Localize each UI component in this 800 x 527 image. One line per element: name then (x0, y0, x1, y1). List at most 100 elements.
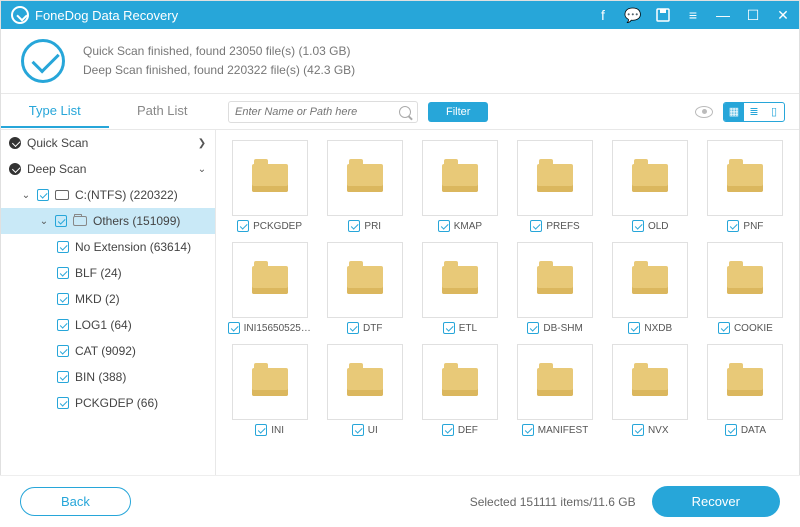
list-view-button[interactable]: ≣ (744, 103, 764, 121)
grid-view-button[interactable]: ▦ (724, 103, 744, 121)
folder-cell[interactable]: PREFS (511, 140, 598, 232)
sidebar-item[interactable]: LOG1 (64) (1, 312, 215, 338)
checkbox[interactable] (628, 322, 640, 334)
close-icon[interactable]: ✕ (775, 7, 791, 23)
sidebar-item[interactable]: BIN (388) (1, 364, 215, 390)
checkbox[interactable] (725, 424, 737, 436)
checkbox[interactable] (57, 397, 69, 409)
recover-button[interactable]: Recover (652, 486, 780, 517)
checkbox[interactable] (522, 424, 534, 436)
chevron-down-icon[interactable]: ⌄ (197, 164, 207, 175)
checkbox[interactable] (438, 220, 450, 232)
folder-thumbnail[interactable] (612, 242, 688, 318)
folder-thumbnail[interactable] (707, 344, 783, 420)
folder-cell[interactable]: OLD (607, 140, 694, 232)
folder-thumbnail[interactable] (232, 242, 308, 318)
preview-icon[interactable] (695, 106, 713, 118)
checkbox[interactable] (530, 220, 542, 232)
app-title: FoneDog Data Recovery (35, 8, 178, 23)
detail-view-button[interactable]: ▯ (764, 103, 784, 121)
search-input[interactable] (235, 106, 399, 118)
folder-cell[interactable]: DEF (416, 344, 503, 436)
folder-cell[interactable]: DATA (702, 344, 789, 436)
folder-cell[interactable]: INI1565052569 (226, 242, 313, 334)
folder-thumbnail[interactable] (327, 140, 403, 216)
chevron-right-icon[interactable]: ❯ (197, 138, 207, 149)
folder-thumbnail[interactable] (327, 344, 403, 420)
sidebar-drive[interactable]: ⌄ C:(NTFS) (220322) (1, 182, 215, 208)
checkbox[interactable] (632, 220, 644, 232)
folder-thumbnail[interactable] (707, 140, 783, 216)
checkbox[interactable] (347, 322, 359, 334)
titlebar: FoneDog Data Recovery f 💬 ≡ — ☐ ✕ (1, 1, 799, 29)
folder-thumbnail[interactable] (517, 242, 593, 318)
folder-cell[interactable]: NXDB (607, 242, 694, 334)
folder-cell[interactable]: ETL (416, 242, 503, 334)
folder-thumbnail[interactable] (707, 242, 783, 318)
checkbox[interactable] (237, 220, 249, 232)
chevron-down-icon[interactable]: ⌄ (39, 216, 49, 227)
facebook-icon[interactable]: f (595, 7, 611, 23)
folder-cell[interactable]: PNF (702, 140, 789, 232)
folder-cell[interactable]: DB-SHM (511, 242, 598, 334)
back-button[interactable]: Back (20, 487, 131, 516)
folder-cell[interactable]: PCKGDEP (226, 140, 313, 232)
checkbox[interactable] (57, 241, 69, 253)
sidebar-item[interactable]: CAT (9092) (1, 338, 215, 364)
chevron-down-icon[interactable]: ⌄ (21, 190, 31, 201)
checkbox[interactable] (443, 322, 455, 334)
folder-thumbnail[interactable] (422, 242, 498, 318)
checkbox[interactable] (727, 220, 739, 232)
folder-cell[interactable]: COOKIE (702, 242, 789, 334)
folder-thumbnail[interactable] (232, 140, 308, 216)
sidebar-others[interactable]: ⌄ Others (151099) (1, 208, 215, 234)
checkbox[interactable] (37, 189, 49, 201)
checkbox[interactable] (442, 424, 454, 436)
search-icon[interactable] (399, 106, 411, 118)
folder-thumbnail[interactable] (422, 140, 498, 216)
checkbox[interactable] (57, 345, 69, 357)
folder-cell[interactable]: UI (321, 344, 408, 436)
filter-button[interactable]: Filter (428, 102, 488, 122)
folder-cell[interactable]: PRI (321, 140, 408, 232)
folder-thumbnail[interactable] (232, 344, 308, 420)
folder-thumbnail[interactable] (517, 140, 593, 216)
checkbox[interactable] (527, 322, 539, 334)
sidebar-item[interactable]: No Extension (63614) (1, 234, 215, 260)
folder-thumbnail[interactable] (517, 344, 593, 420)
checkbox[interactable] (57, 371, 69, 383)
folder-thumbnail[interactable] (612, 140, 688, 216)
feedback-icon[interactable]: 💬 (625, 7, 641, 23)
folder-cell[interactable]: INI (226, 344, 313, 436)
checkbox[interactable] (348, 220, 360, 232)
checkbox[interactable] (718, 322, 730, 334)
minimize-icon[interactable]: — (715, 7, 731, 23)
sidebar-quick-scan[interactable]: Quick Scan ❯ (1, 130, 215, 156)
sidebar-item[interactable]: BLF (24) (1, 260, 215, 286)
sidebar-item[interactable]: PCKGDEP (66) (1, 390, 215, 416)
folder-cell[interactable]: DTF (321, 242, 408, 334)
folder-cell[interactable]: MANIFEST (511, 344, 598, 436)
folder-thumbnail[interactable] (422, 344, 498, 420)
sidebar-item[interactable]: MKD (2) (1, 286, 215, 312)
checkbox[interactable] (57, 319, 69, 331)
tab-path-list[interactable]: Path List (109, 95, 217, 128)
checkbox[interactable] (57, 293, 69, 305)
checkbox[interactable] (55, 215, 67, 227)
folder-icon (537, 164, 573, 192)
folder-cell[interactable]: KMAP (416, 140, 503, 232)
sidebar-deep-scan[interactable]: Deep Scan ⌄ (1, 156, 215, 182)
checkbox[interactable] (632, 424, 644, 436)
folder-cell[interactable]: NVX (607, 344, 694, 436)
folder-thumbnail[interactable] (327, 242, 403, 318)
folder-thumbnail[interactable] (612, 344, 688, 420)
save-icon[interactable] (655, 7, 671, 23)
checkbox[interactable] (255, 424, 267, 436)
checkbox[interactable] (352, 424, 364, 436)
maximize-icon[interactable]: ☐ (745, 7, 761, 23)
tab-type-list[interactable]: Type List (1, 95, 109, 128)
checkbox[interactable] (57, 267, 69, 279)
menu-icon[interactable]: ≡ (685, 7, 701, 23)
search-box[interactable] (228, 101, 418, 123)
checkbox[interactable] (228, 322, 240, 334)
